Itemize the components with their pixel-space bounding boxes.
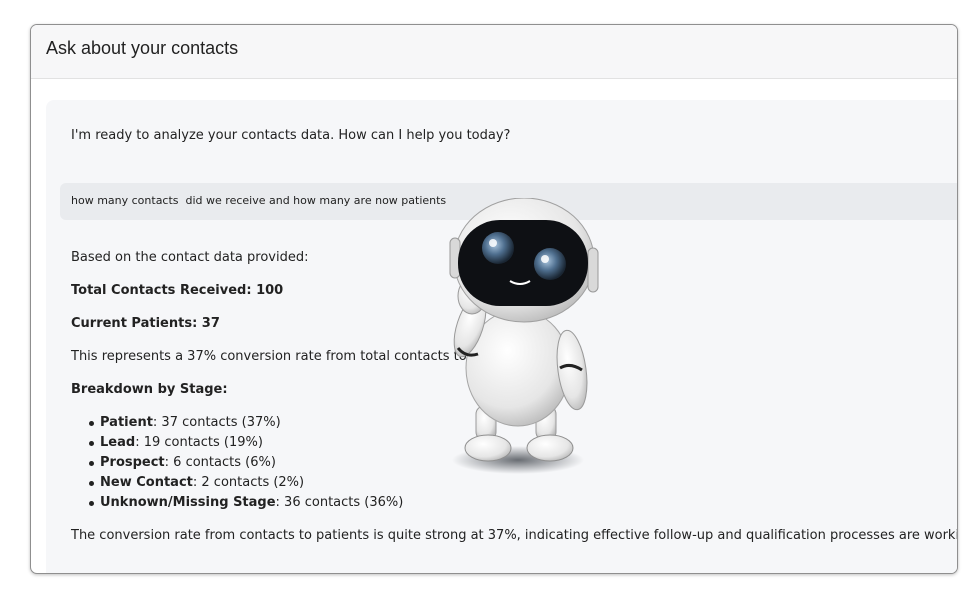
stage-detail: : 6 contacts (6%) [164, 455, 276, 470]
stage-detail: : 2 contacts (2%) [192, 475, 305, 490]
stage-detail: : 37 contacts (37%) [152, 415, 281, 430]
stage-detail: : 36 contacts (36%) [275, 495, 404, 510]
panel-header: Ask about your contacts [31, 25, 957, 79]
stage-name: Unknown/Missing Stage [100, 495, 276, 510]
robot-mascot-icon [440, 197, 610, 488]
stage-name: Patient [100, 415, 153, 430]
answer-conclusion: The conversion rate from contacts to pat… [71, 528, 958, 543]
stage-name: New Contact [100, 475, 193, 490]
panel-title: Ask about your contacts [46, 38, 239, 58]
list-item: Unknown/Missing Stage: 36 contacts (36%) [89, 495, 957, 515]
stage-name: Lead [100, 435, 136, 450]
assistant-intro-message: I'm ready to analyze your contacts data.… [71, 128, 511, 143]
stage-detail: : 19 contacts (19%) [135, 435, 263, 450]
stage-name: Prospect [100, 455, 165, 470]
